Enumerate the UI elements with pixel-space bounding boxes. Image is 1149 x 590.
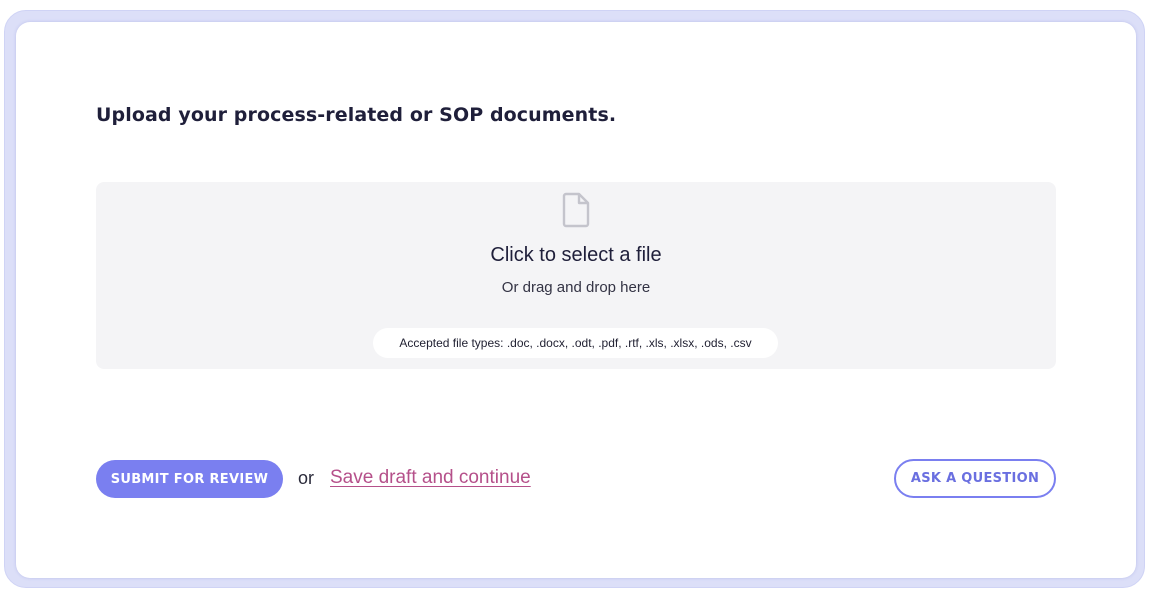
upload-card: Upload your process-related or SOP docum… [16,22,1136,578]
or-separator: or [298,468,315,488]
save-draft-link[interactable]: Save draft and continue [330,467,531,489]
dropzone-title: Click to select a file [490,244,662,266]
page-title: Upload your process-related or SOP docum… [96,104,617,126]
ask-question-button[interactable]: ASK A QUESTION [894,459,1056,498]
accepted-file-types: Accepted file types: .doc, .docx, .odt, … [373,328,778,358]
dropzone-subtitle: Or drag and drop here [501,279,651,296]
file-icon [562,192,590,228]
file-dropzone[interactable]: Click to select a file Or drag and drop … [96,182,1056,369]
submit-for-review-button[interactable]: SUBMIT FOR REVIEW [96,460,283,498]
